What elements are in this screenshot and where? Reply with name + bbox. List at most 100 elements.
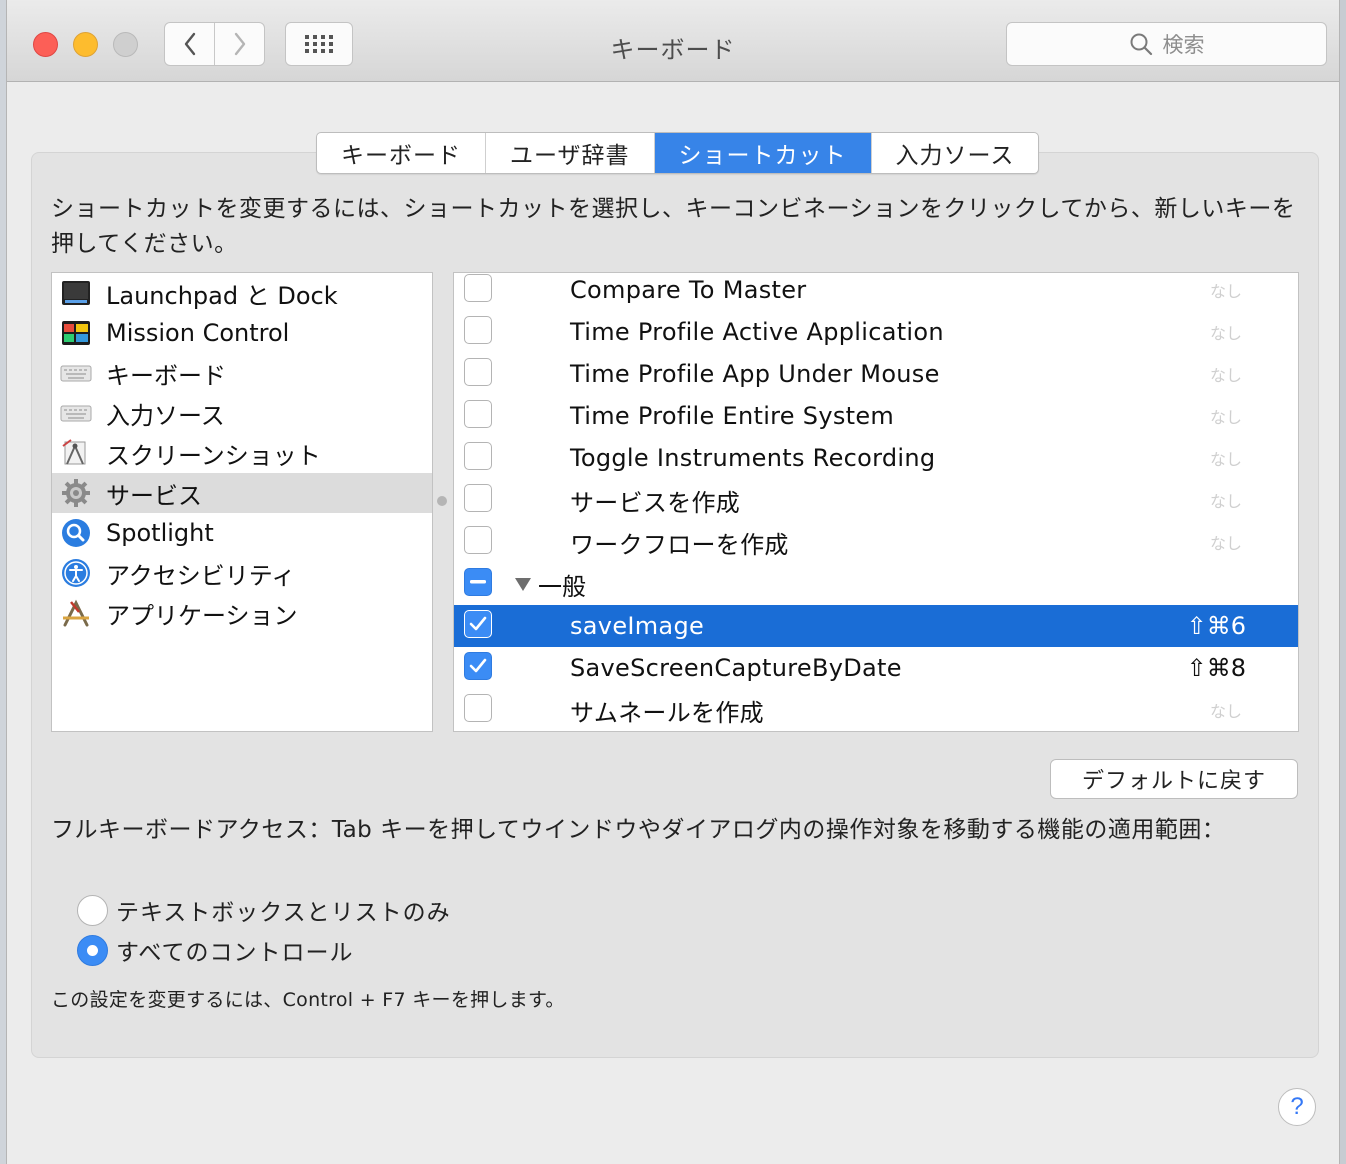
category-label: 入力ソース [106,401,225,430]
shortcut-checkbox[interactable] [464,694,492,722]
shortcut-label: Toggle Instruments Recording [570,444,936,472]
restore-defaults-button[interactable]: デフォルトに戻す [1050,759,1298,799]
shortcut-checkbox[interactable] [464,442,492,470]
shortcut-key[interactable]: なし [1210,437,1242,479]
gear-icon [60,477,92,509]
shortcut-hint: この設定を変更するには、Control + F7 キーを押します。 [51,989,565,1011]
shortcut-label: SaveScreenCaptureByDate [570,654,902,682]
category-screenshots[interactable]: スクリーンショット [52,433,432,473]
launchpad-icon [60,277,92,309]
shortcut-row[interactable]: SaveScreenCaptureByDate ⇧⌘8 [454,647,1298,689]
app-store-icon [60,597,92,629]
group-header: 一般 [514,563,586,605]
keyboard-icon [60,397,92,429]
radio-button[interactable] [77,934,108,966]
shortcut-row[interactable]: Time Profile Entire System なし [454,395,1298,437]
radio-dot [87,944,98,956]
mission-control-icon [60,317,92,349]
shortcut-row-selected[interactable]: saveImage ⇧⌘6 [454,605,1298,647]
checkmark-icon [469,658,487,673]
shortcut-key[interactable]: なし [1210,689,1242,731]
shortcut-row[interactable]: ワークフローを作成 なし [454,521,1298,563]
shortcut-key[interactable]: なし [1210,353,1242,395]
dash-icon [470,580,486,584]
shortcut-list: Compare To Master なし Time Profile Active… [453,272,1299,732]
shortcut-key[interactable]: ⇧⌘8 [1187,647,1246,689]
radio-text-boxes-lists[interactable]: テキストボックスとリストのみ [77,894,451,926]
shortcut-checkbox[interactable] [464,400,492,428]
category-label: スクリーンショット [106,441,321,470]
category-label: アクセシビリティ [106,561,296,590]
search-placeholder: 検索 [1162,33,1205,57]
shortcut-label: Time Profile App Under Mouse [570,360,940,388]
shortcut-checkbox[interactable] [464,316,492,344]
shortcut-row[interactable]: Compare To Master なし [454,273,1298,311]
tab-user-dictionary[interactable]: ユーザ辞書 [486,133,655,173]
checkmark-icon [469,616,487,631]
search-icon [1130,33,1152,56]
shortcut-key[interactable]: ⇧⌘6 [1187,605,1246,647]
shortcut-checkbox[interactable] [464,358,492,386]
shortcut-row[interactable]: サービスを作成 なし [454,479,1298,521]
category-input-sources[interactable]: 入力ソース [52,393,432,433]
title-bar: キーボード 検索 [7,0,1339,82]
keyboard-icon [60,357,92,389]
category-label: Spotlight [106,519,214,547]
shortcut-label: Compare To Master [570,276,807,304]
tab-input-sources[interactable]: 入力ソース [872,133,1039,173]
shortcut-row[interactable]: Time Profile App Under Mouse なし [454,353,1298,395]
category-label: Launchpad と Dock [106,281,338,310]
category-label: アプリケーション [106,601,298,630]
preferences-window: キーボード 検索 キーボード ユーザ辞書 ショートカット 入力ソース ショートカ… [6,0,1340,1164]
radio-all-controls[interactable]: すべてのコントロール [77,934,353,966]
shortcut-checkbox[interactable] [464,526,492,554]
tab-shortcuts[interactable]: ショートカット [654,133,872,173]
search-field[interactable]: 検索 [1006,22,1327,66]
shortcut-key[interactable]: なし [1210,311,1242,353]
shortcut-checkbox[interactable] [464,484,492,512]
shortcut-key[interactable]: なし [1210,479,1242,521]
group-checkbox[interactable] [464,568,492,596]
radio-label: すべてのコントロール [116,940,354,966]
category-mission-control[interactable]: Mission Control [52,313,432,353]
shortcut-checkbox[interactable] [464,610,492,638]
group-label: 一般 [538,572,586,601]
category-label: キーボード [106,361,226,390]
category-list: Launchpad と Dock Mission Control キーボード 入… [51,272,433,732]
category-label: サービス [106,481,202,510]
shortcut-label: saveImage [570,612,705,640]
shortcut-label: Time Profile Active Application [570,318,944,346]
instruction-text: ショートカットを変更するには、ショートカットを選択し、キーコンビネーションをクリ… [51,196,1296,257]
shortcut-row[interactable]: Time Profile Active Application なし [454,311,1298,353]
shortcut-label: サービスを作成 [570,488,741,517]
category-keyboard[interactable]: キーボード [52,353,432,393]
category-applications[interactable]: アプリケーション [52,593,432,633]
shortcut-key[interactable]: なし [1210,395,1242,437]
category-launchpad-dock[interactable]: Launchpad と Dock [52,273,432,313]
shortcut-key[interactable]: なし [1210,521,1242,563]
tab-keyboard[interactable]: キーボード [317,133,486,173]
shortcut-row[interactable]: サムネールを作成 なし [454,689,1298,731]
screenshot-icon [60,437,92,469]
accessibility-icon [60,557,92,589]
help-button[interactable]: ? [1278,1088,1316,1126]
category-label: Mission Control [106,319,290,347]
disclosure-triangle-icon[interactable] [514,576,532,592]
shortcut-group-row[interactable]: 一般 [454,563,1298,605]
category-accessibility[interactable]: アクセシビリティ [52,553,432,593]
category-services[interactable]: サービス [52,473,432,513]
radio-button[interactable] [77,894,108,926]
shortcut-checkbox[interactable] [464,652,492,680]
shortcut-key[interactable]: なし [1210,273,1242,311]
category-spotlight[interactable]: Spotlight [52,513,432,553]
shortcut-row[interactable]: Toggle Instruments Recording なし [454,437,1298,479]
tab-bar: キーボード ユーザ辞書 ショートカット 入力ソース [316,132,1040,174]
shortcut-label: ワークフローを作成 [570,530,789,559]
splitter-handle[interactable] [437,496,447,506]
shortcut-label: サムネールを作成 [570,698,764,727]
radio-label: テキストボックスとリストのみ [116,900,451,926]
spotlight-icon [60,517,92,549]
full-keyboard-access-label: フルキーボードアクセス：Tab キーを押してウインドウやダイアログ内の操作対象を… [51,817,1226,843]
shortcut-checkbox[interactable] [464,274,492,302]
shortcut-label: Time Profile Entire System [570,402,895,430]
